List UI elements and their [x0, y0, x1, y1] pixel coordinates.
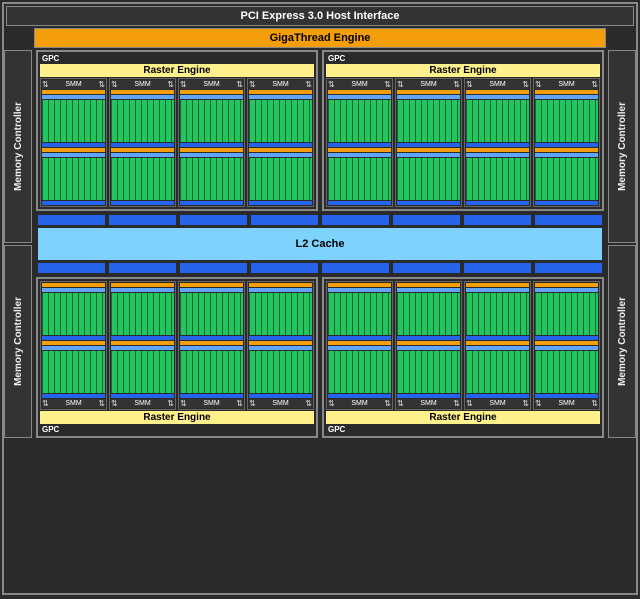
- memory-controller: Memory Controller: [608, 50, 636, 243]
- l1-cache: [42, 201, 105, 205]
- gpc-row-bottom: GPC Raster Engine ⇅SMM⇅ ⇅SMM⇅ ⇅SMM⇅ ⇅SMM…: [32, 277, 608, 438]
- gpc: GPC Raster Engine ⇅SMM⇅ ⇅SMM⇅: [36, 50, 318, 211]
- gpc: GPC Raster Engine ⇅SMM⇅ ⇅SMM⇅ ⇅SMM⇅ ⇅SMM…: [36, 277, 318, 438]
- l2-zone: L2 Cache: [32, 211, 608, 277]
- memory-controller-label: Memory Controller: [13, 102, 24, 191]
- smm-header: ⇅ SMM ⇅: [42, 80, 105, 89]
- l2-segments-bottom: [38, 263, 602, 273]
- polymorph-arrow-icon: ⇅: [42, 80, 49, 89]
- memory-controller-label: Memory Controller: [13, 297, 24, 386]
- memory-controller: Memory Controller: [4, 245, 32, 438]
- cuda-cores: [42, 100, 105, 142]
- memory-controllers-left: Memory Controller Memory Controller: [4, 50, 32, 438]
- pci-interface: PCI Express 3.0 Host Interface: [6, 6, 634, 26]
- smm: ⇅SMM⇅: [247, 78, 314, 207]
- warp-scheduler: [42, 90, 105, 94]
- gpc-label: GPC: [40, 54, 314, 63]
- raster-engine: Raster Engine: [40, 64, 314, 77]
- l1-cache: [42, 143, 105, 147]
- cuda-cores: [42, 158, 105, 200]
- l2-segments-top: [38, 215, 602, 225]
- smm-row: ⇅SMM⇅ ⇅SMM⇅ ⇅SMM⇅: [40, 78, 314, 207]
- l2-cache: L2 Cache: [38, 228, 602, 260]
- warp-scheduler: [42, 148, 105, 152]
- gpu-chip-diagram: PCI Express 3.0 Host Interface GigaThrea…: [2, 2, 638, 595]
- smm: ⇅ SMM ⇅: [40, 78, 107, 207]
- smm: ⇅SMM⇅: [178, 78, 245, 207]
- register-file: [42, 153, 105, 157]
- l2-segment: [38, 215, 105, 225]
- memory-controller: Memory Controller: [608, 245, 636, 438]
- gpc: GPC Raster Engine ⇅SMM⇅ ⇅SMM⇅ ⇅SMM⇅ ⇅SMM…: [322, 50, 604, 211]
- gpc: GPC Raster Engine ⇅SMM⇅ ⇅SMM⇅ ⇅SMM⇅ ⇅SMM…: [322, 277, 604, 438]
- memory-controllers-right: Memory Controller Memory Controller: [608, 50, 636, 438]
- memory-controller: Memory Controller: [4, 50, 32, 243]
- gigathread-engine: GigaThread Engine: [34, 28, 606, 48]
- smm-label: SMM: [65, 81, 81, 88]
- gpc-row-top: GPC Raster Engine ⇅SMM⇅ ⇅SMM⇅: [32, 50, 608, 211]
- main-region: Memory Controller Memory Controller GPC …: [4, 50, 636, 438]
- polymorph-arrow-icon: ⇅: [98, 80, 105, 89]
- smm: ⇅SMM⇅: [109, 78, 176, 207]
- center-column: GPC Raster Engine ⇅SMM⇅ ⇅SMM⇅: [32, 50, 608, 438]
- register-file: [42, 95, 105, 99]
